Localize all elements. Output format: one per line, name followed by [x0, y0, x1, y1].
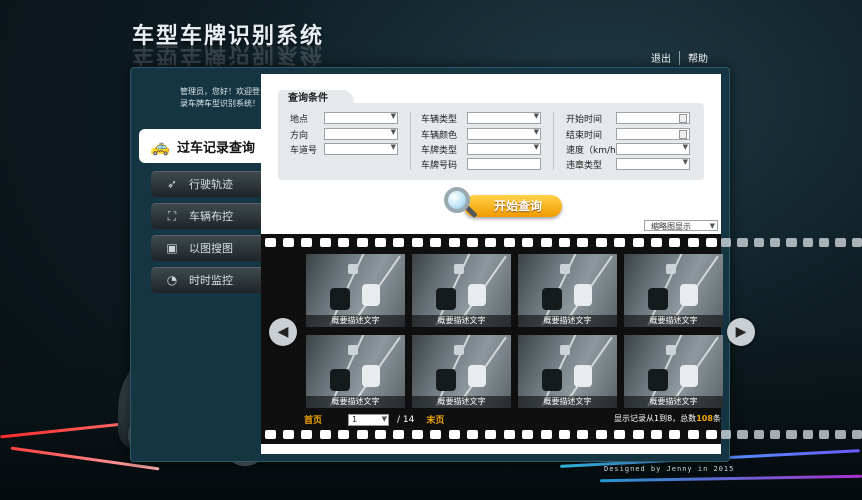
logout-link[interactable]: 退出 — [643, 50, 679, 65]
vehicle-control-icon: ⛶ — [167, 208, 177, 223]
search-button-label: 开始查询 — [464, 195, 562, 217]
divider — [553, 112, 554, 170]
next-page-arrow-icon[interactable]: ▶ — [727, 318, 755, 346]
field-label: 地点 — [290, 115, 309, 125]
thumbnail-caption: 概要描述文字 — [412, 315, 511, 327]
vehicle-thumbnail[interactable]: 概要描述文字 — [306, 335, 405, 408]
vehicle-thumbnail[interactable]: 概要描述文字 — [624, 335, 723, 408]
trajectory-icon: ➶ — [166, 177, 178, 191]
thumbnail-caption: 概要描述文字 — [624, 315, 723, 327]
field-label: 车牌类型 — [421, 146, 458, 156]
start-time-input[interactable] — [616, 112, 690, 124]
record-count-total: 108 — [696, 414, 713, 423]
sidebar-item-label: 行驶轨迹 — [189, 178, 233, 191]
vehicle-type-select[interactable] — [467, 112, 541, 124]
film-perforations — [721, 430, 862, 440]
lane-select[interactable] — [324, 143, 398, 155]
direction-select[interactable] — [324, 128, 398, 140]
film-perforations — [261, 238, 721, 248]
footer-credit: Designed by Jenny in 2015 — [604, 465, 735, 473]
first-page-link[interactable]: 首页 — [304, 413, 322, 426]
film-perforations — [261, 430, 721, 440]
sidebar-item-label: 时时监控 — [189, 274, 233, 287]
violation-type-select[interactable] — [616, 158, 690, 170]
image-search-icon: ▣ — [166, 241, 178, 255]
end-time-input[interactable] — [616, 128, 690, 140]
top-links: 退出 帮助 — [643, 50, 716, 65]
thumbnail-caption: 概要描述文字 — [624, 396, 723, 408]
vehicle-thumbnail[interactable]: 概要描述文字 — [306, 254, 405, 327]
vehicle-thumbnail[interactable]: 概要描述文字 — [624, 254, 723, 327]
car-records-icon: 🚕 — [150, 136, 170, 156]
sidebar-item-records[interactable]: 🚕 过车记录查询 — [139, 129, 261, 163]
vehicle-thumbnail[interactable]: 概要描述文字 — [518, 254, 617, 327]
view-mode-select[interactable]: 缩略图显示 — [644, 220, 718, 232]
record-count-suffix: 条 — [712, 414, 721, 423]
sidebar-item-trajectory[interactable]: ➶ 行驶轨迹 — [151, 171, 261, 197]
sidebar-item-label: 过车记录查询 — [177, 140, 256, 156]
speed-select[interactable] — [616, 143, 690, 155]
field-label: 结束时间 — [566, 131, 603, 141]
welcome-line: 录车牌车型识别系统！ — [180, 99, 260, 108]
page-total: / 14 — [397, 414, 415, 425]
field-label: 开始时间 — [566, 115, 603, 125]
film-perforations — [721, 238, 862, 248]
last-page-link[interactable]: 末页 — [426, 413, 444, 426]
welcome-line: 管理员，您好！欢迎登 — [180, 87, 260, 96]
sidebar-item-label: 以图搜图 — [189, 242, 233, 255]
help-link[interactable]: 帮助 — [680, 50, 716, 65]
magnifier-icon — [444, 187, 470, 213]
vehicle-thumbnail[interactable]: 概要描述文字 — [412, 254, 511, 327]
thumbnail-caption: 概要描述文字 — [306, 315, 405, 327]
start-search-button[interactable]: 开始查询 — [444, 187, 564, 225]
field-label: 车牌号码 — [421, 161, 458, 171]
sidebar-item-vehicle-control[interactable]: ⛶ 车辆布控 — [151, 203, 261, 229]
welcome-message: 管理员，您好！欢迎登 录车牌车型识别系统！ — [160, 86, 260, 110]
thumbnail-caption: 概要描述文字 — [412, 396, 511, 408]
plate-number-input[interactable] — [467, 158, 541, 170]
record-count: 显示记录从1到8，总数108条 — [614, 413, 721, 424]
plate-type-select[interactable] — [467, 143, 541, 155]
field-label: 车辆颜色 — [421, 131, 458, 141]
sidebar-item-image-search[interactable]: ▣ 以图搜图 — [151, 235, 261, 261]
thumbnail-caption: 概要描述文字 — [306, 396, 405, 408]
vehicle-thumbnail[interactable]: 概要描述文字 — [412, 335, 511, 408]
vehicle-thumbnail[interactable]: 概要描述文字 — [518, 335, 617, 408]
prev-page-arrow-icon[interactable]: ◀ — [269, 318, 297, 346]
location-select[interactable] — [324, 112, 398, 124]
divider — [410, 112, 411, 170]
vehicle-color-select[interactable] — [467, 128, 541, 140]
field-label: 违章类型 — [566, 161, 603, 171]
thumbnail-caption: 概要描述文字 — [518, 396, 617, 408]
field-label: 车辆类型 — [421, 115, 458, 125]
thumbnail-caption: 概要描述文字 — [518, 315, 617, 327]
field-label: 车道号 — [290, 146, 318, 156]
sidebar-item-label: 车辆布控 — [189, 210, 233, 223]
record-count-prefix: 显示记录从1到8，总数 — [614, 414, 697, 423]
sidebar-item-monitor[interactable]: ◔ 时时监控 — [151, 267, 261, 293]
monitor-icon: ◔ — [166, 273, 178, 287]
page-select[interactable]: 1 — [348, 413, 390, 426]
pagination: 首页 1 / 14 末页 — [304, 413, 444, 426]
field-label: 方向 — [290, 131, 309, 141]
